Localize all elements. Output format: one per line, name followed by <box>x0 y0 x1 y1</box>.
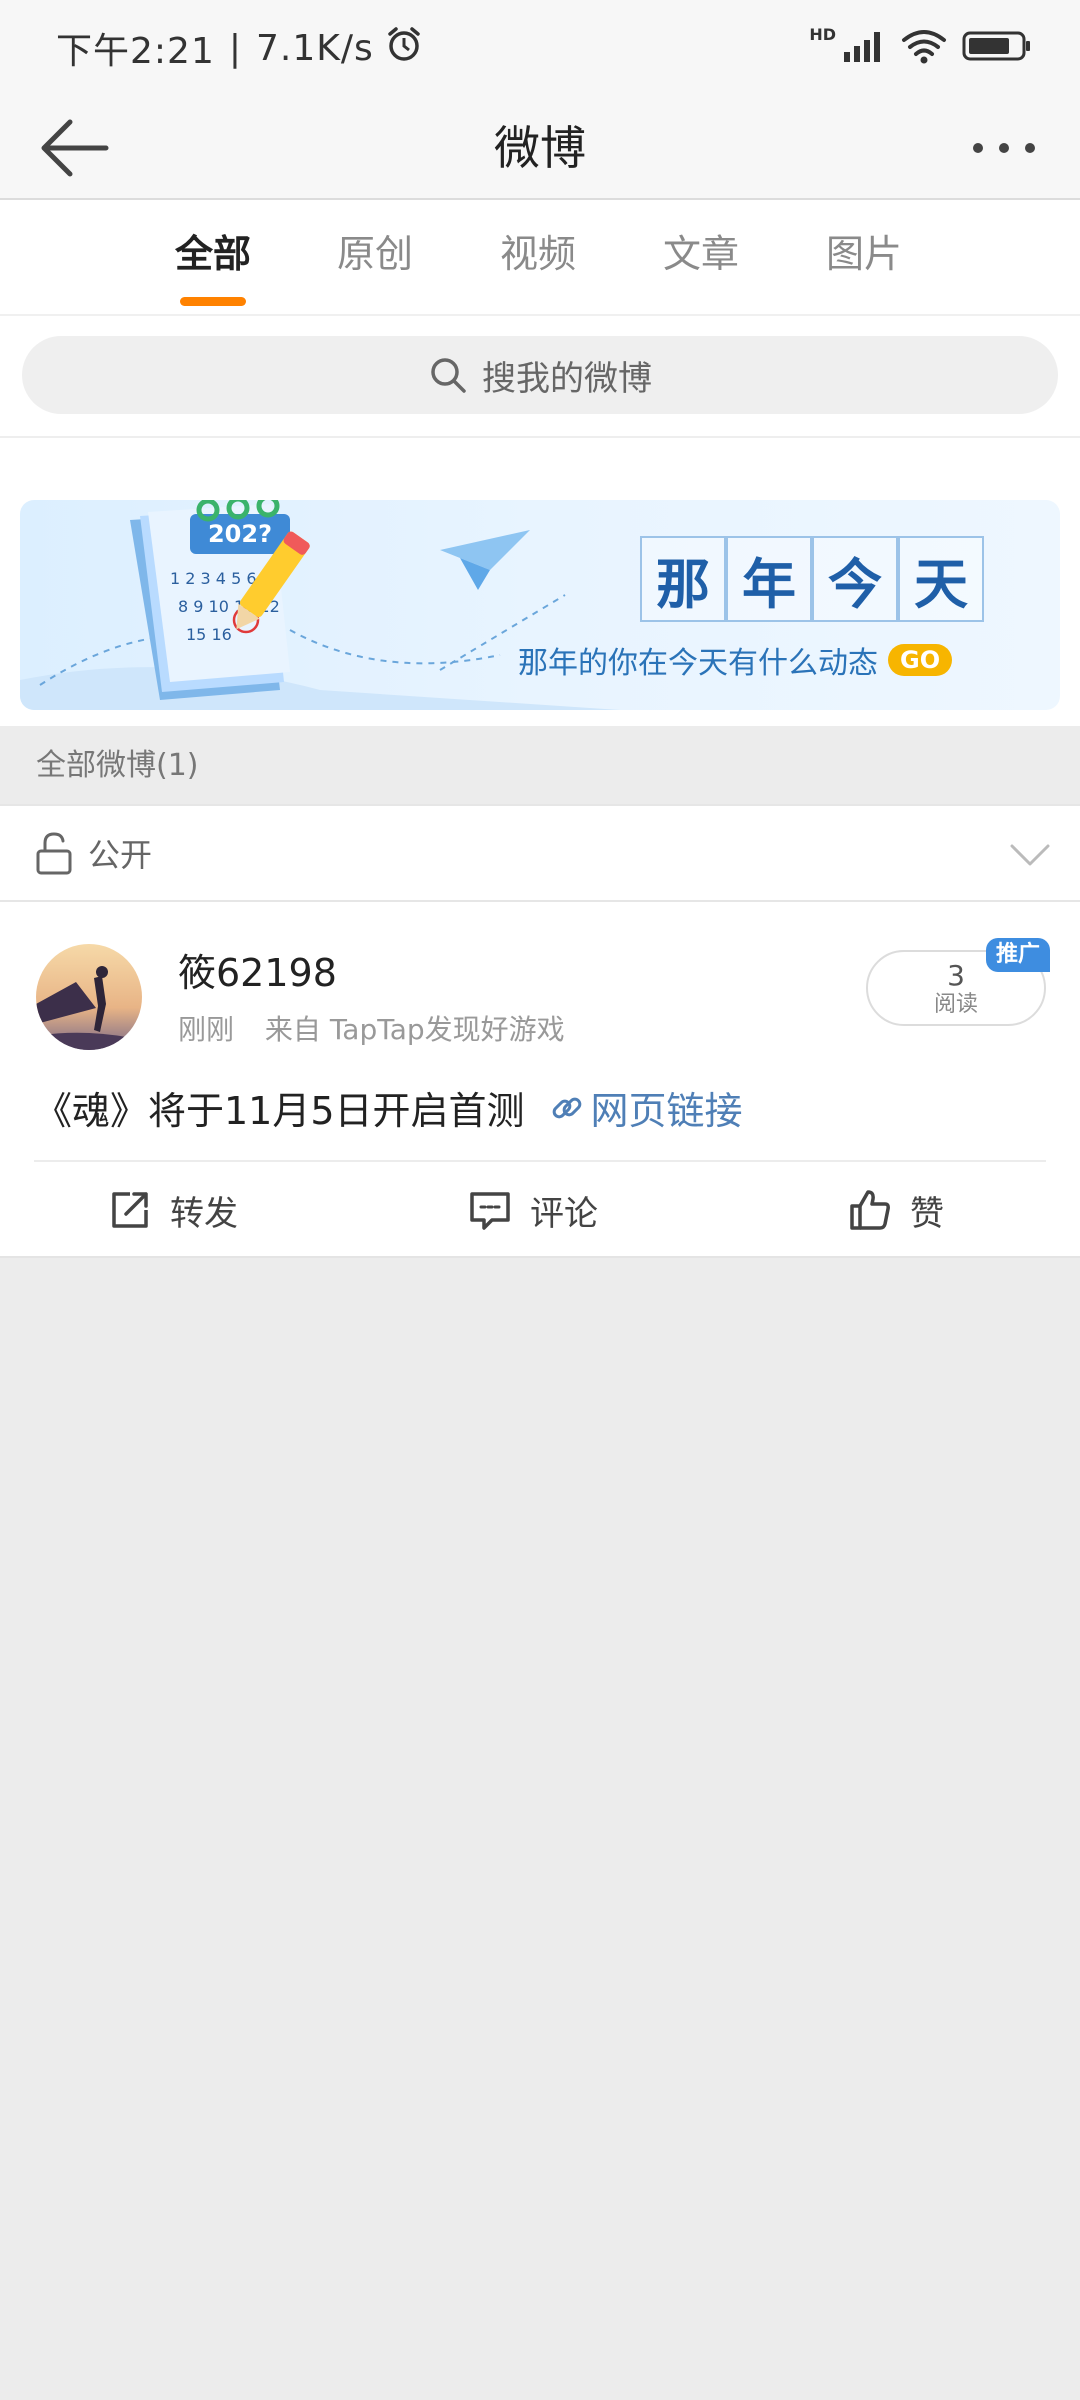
promo-badge[interactable]: 推广 <box>986 938 1051 972</box>
tab-video[interactable]: 视频 <box>473 200 603 316</box>
status-separator: | <box>228 27 242 69</box>
thumbs-up-icon <box>850 1190 890 1230</box>
link-label: 网页链接 <box>590 1089 743 1133</box>
banner-title-char: 年 <box>726 536 812 622</box>
visibility-selector[interactable]: 公开 <box>0 804 1080 902</box>
post-time: 刚刚 <box>178 1013 235 1046</box>
visibility-label: 公开 <box>88 836 153 874</box>
post-actions: 转发 评论 赞 <box>0 1164 1080 1256</box>
alarm-icon <box>384 24 424 73</box>
banner-subtitle: 那年的你在今天有什么动态 GO <box>518 638 953 682</box>
post-source[interactable]: 来自 TapTap发现好游戏 <box>265 1013 565 1046</box>
tab-label: 全部 <box>174 232 251 276</box>
filter-tabs: 全部 原创 视频 文章 图片 <box>0 200 1080 316</box>
signal-icon <box>842 30 886 66</box>
tab-label: 原创 <box>336 232 413 276</box>
wifi-icon <box>900 28 948 68</box>
web-link[interactable]: 网页链接 <box>549 1080 743 1135</box>
repost-button[interactable]: 转发 <box>108 1164 238 1256</box>
banner-title: 那 年 今 天 <box>640 536 984 622</box>
svg-text:1 2 3 4 5 6: 1 2 3 4 5 6 <box>170 569 257 588</box>
post-content: 《魂》将于11月5日开启首测 网页链接 <box>34 1080 743 1135</box>
status-left: 下午2:21 | 7.1K/s <box>56 22 424 74</box>
share-icon <box>112 1192 148 1228</box>
search-placeholder: 搜我的微博 <box>482 358 652 399</box>
comment-button[interactable]: 评论 <box>468 1164 598 1256</box>
like-label: 赞 <box>910 1193 944 1234</box>
banner-section: 202? 1 2 3 4 5 6 8 9 10 11 12 15 16 那 年 … <box>0 438 1080 726</box>
nav-bar: 微博 <box>0 96 1080 200</box>
tab-all[interactable]: 全部 <box>148 200 278 316</box>
banner-title-char: 那 <box>640 536 726 622</box>
tab-image[interactable]: 图片 <box>799 200 929 316</box>
more-button[interactable] <box>964 126 1044 170</box>
tab-label: 文章 <box>662 232 739 276</box>
back-button[interactable] <box>36 116 116 180</box>
post-text: 《魂》将于11月5日开启首测 <box>34 1089 525 1133</box>
banner-title-char: 今 <box>812 536 898 622</box>
search-input[interactable]: 搜我的微博 <box>22 336 1058 414</box>
status-time: 下午2:21 <box>56 31 215 72</box>
comment-label: 评论 <box>530 1193 598 1234</box>
status-right: HD <box>809 24 1032 68</box>
post-username[interactable]: 筱62198 <box>178 942 337 997</box>
post-card[interactable]: 筱62198 刚刚 来自 TapTap发现好游戏 3 阅读 推广 《魂》将于11… <box>0 902 1080 1258</box>
go-button[interactable]: GO <box>888 644 953 676</box>
comment-icon <box>470 1192 510 1230</box>
tab-article[interactable]: 文章 <box>636 200 766 316</box>
search-icon <box>431 358 466 393</box>
memory-banner[interactable]: 202? 1 2 3 4 5 6 8 9 10 11 12 15 16 那 年 … <box>20 500 1060 710</box>
network-speed: 7.1K/s <box>255 27 374 69</box>
svg-text:15 16: 15 16 <box>186 625 232 644</box>
battery-icon <box>962 30 1032 66</box>
section-header: 全部微博(1) <box>0 726 1080 804</box>
tab-label: 视频 <box>499 232 576 276</box>
hd-label: HD <box>809 24 836 44</box>
read-label: 阅读 <box>933 992 978 1017</box>
repost-label: 转发 <box>170 1193 238 1234</box>
tab-original[interactable]: 原创 <box>310 200 440 316</box>
post-meta: 刚刚 来自 TapTap发现好游戏 <box>178 1008 565 1048</box>
search-area: 搜我的微博 <box>0 316 1080 438</box>
link-icon <box>552 1097 581 1118</box>
status-bar: 下午2:21 | 7.1K/s HD <box>0 0 1080 96</box>
active-tab-indicator <box>180 297 246 306</box>
chevron-down-icon <box>1010 844 1050 866</box>
back-arrow-icon <box>41 119 109 177</box>
like-button[interactable]: 赞 <box>848 1164 944 1256</box>
unlock-icon <box>36 832 72 875</box>
more-icon <box>973 143 1035 153</box>
banner-subtitle-text: 那年的你在今天有什么动态 <box>518 646 878 681</box>
page-title: 微博 <box>494 121 586 175</box>
calendar-year: 202? <box>208 520 272 548</box>
avatar[interactable] <box>36 944 142 1050</box>
divider <box>34 1160 1046 1162</box>
tab-label: 图片 <box>825 232 902 276</box>
banner-title-char: 天 <box>898 536 984 622</box>
